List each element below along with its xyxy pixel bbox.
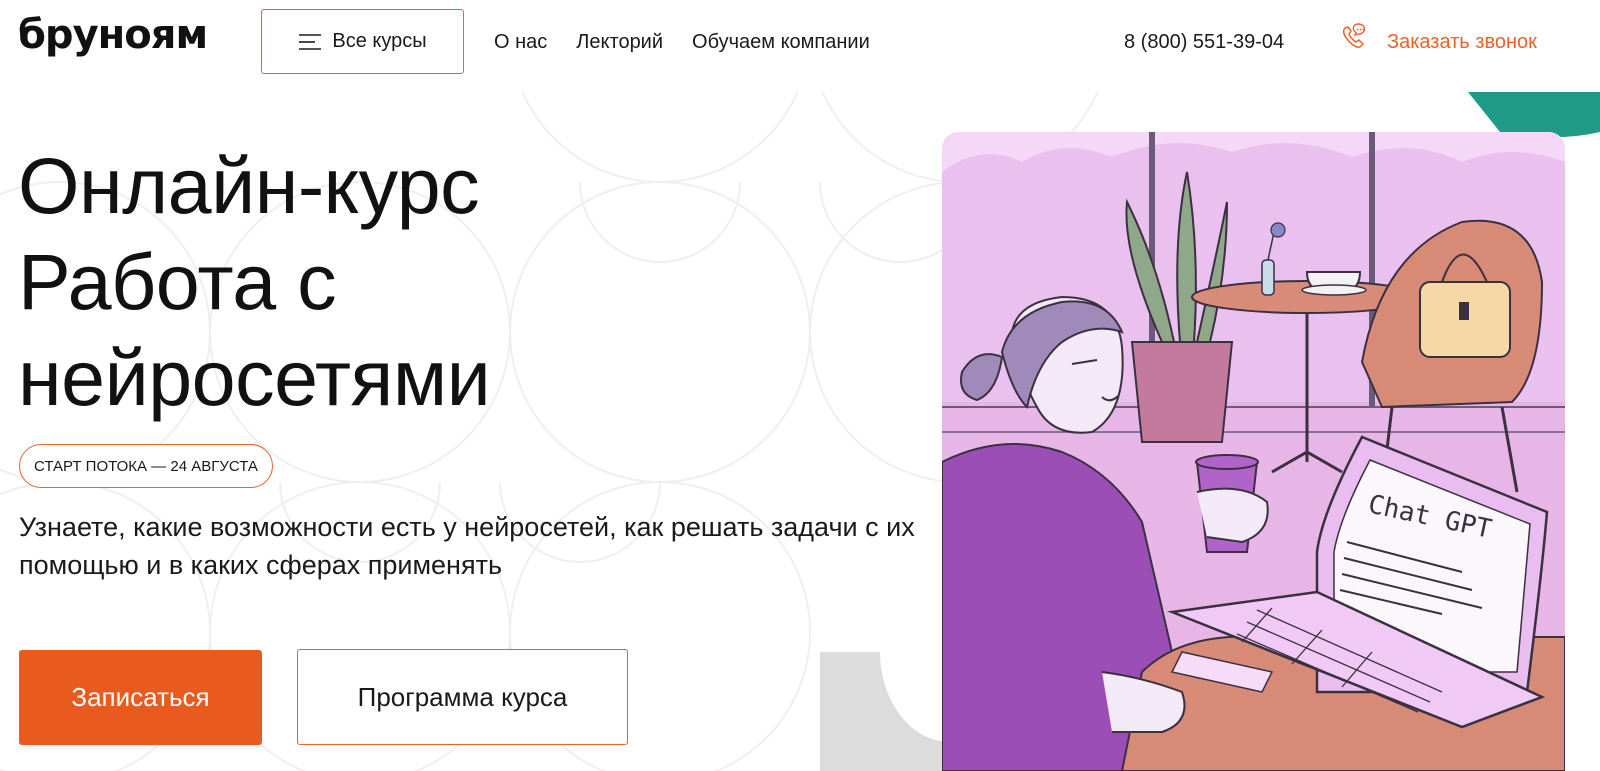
nav-link-lectures[interactable]: Лекторий [576, 29, 663, 55]
phone-number[interactable]: 8 (800) 551-39-04 [1124, 29, 1284, 55]
all-courses-button[interactable]: Все курсы [261, 9, 464, 74]
page-title: Онлайн-курс Работа с нейросетями [18, 138, 491, 426]
title-line-3: нейросетями [18, 333, 491, 422]
nav-link-about[interactable]: О нас [494, 29, 547, 55]
title-line-1: Онлайн-курс [18, 141, 480, 230]
title-line-2: Работа с [18, 237, 337, 326]
course-description: Узнаете, какие возможности есть у нейрос… [19, 512, 915, 580]
menu-icon [299, 33, 322, 50]
phone-call-icon[interactable] [1339, 22, 1369, 52]
all-courses-label: Все курсы [332, 30, 427, 52]
course-program-button[interactable]: Программа курса [297, 649, 628, 745]
start-date-badge: СТАРТ ПОТОКА — 24 АВГУСТА [19, 444, 273, 488]
enroll-button[interactable]: Записаться [19, 650, 262, 745]
nav-link-companies[interactable]: Обучаем компании [692, 29, 870, 55]
logo[interactable]: бруноям [18, 10, 208, 60]
callback-link[interactable]: Заказать звонок [1387, 29, 1537, 55]
main-nav: О нас Лекторий Обучаем компании [494, 29, 870, 55]
hero-illustration: Chat GPT [942, 132, 1565, 771]
site-header: бруноям Все курсы О нас Лекторий Обучаем… [0, 0, 1600, 92]
